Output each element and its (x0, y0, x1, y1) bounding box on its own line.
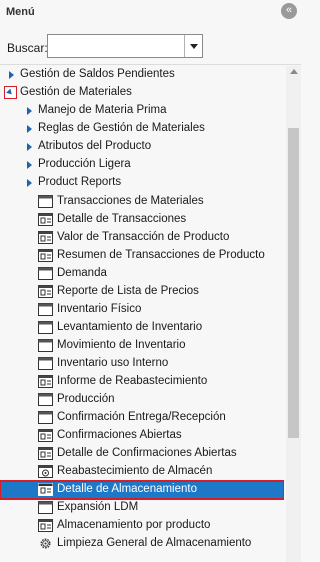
report-icon (38, 429, 53, 442)
window-icon (38, 267, 53, 280)
tree-leaf[interactable]: Informe de Reabastecimiento (0, 373, 284, 391)
tree-item-label: Gestión de Materiales (20, 86, 132, 98)
tree-item-label: Product Reports (38, 176, 122, 188)
tree-item-label: Producción (57, 393, 115, 405)
tree-item-label: Detalle de Confirmaciones Abiertas (57, 447, 237, 459)
report-icon (38, 375, 53, 388)
tree-item-label: Manejo de Materia Prima (38, 104, 167, 116)
tree-folder[interactable]: Manejo de Materia Prima (0, 102, 284, 120)
tree-folder[interactable]: Reglas de Gestión de Materiales (0, 120, 284, 138)
tree-leaf[interactable]: Resumen de Transacciones de Producto (0, 247, 284, 265)
tree-item-label: Almacenamiento por producto (57, 519, 211, 531)
tree-item-label: Inventario Físico (57, 303, 142, 315)
divider (0, 64, 301, 65)
tree-leaf[interactable]: Reporte de Lista de Precios (0, 283, 284, 301)
expand-arrow-icon[interactable] (27, 179, 32, 187)
report-icon (38, 285, 53, 298)
tree-item-label: Reglas de Gestión de Materiales (38, 122, 205, 134)
tree-item-label: Reporte de Lista de Precios (57, 285, 199, 297)
gear-icon (40, 538, 51, 549)
tree-leaf[interactable]: Almacenamiento por producto (0, 517, 284, 535)
tree-item-label: Inventario uso Interno (57, 357, 169, 369)
tree-item-label: Detalle de Transacciones (57, 213, 187, 225)
collapse-arrow-icon[interactable] (4, 86, 17, 99)
window-icon (38, 195, 53, 208)
report-icon (38, 447, 53, 460)
expanded-arrow-icon (6, 88, 14, 97)
tree-item-label: Confirmaciones Abiertas (57, 429, 182, 441)
expand-arrow-icon[interactable] (27, 107, 32, 115)
window-icon (38, 501, 53, 514)
double-chevron-left-icon[interactable]: « (281, 3, 297, 19)
process-icon (38, 465, 53, 478)
scrollbar-thumb[interactable] (288, 128, 299, 438)
window-icon (38, 339, 53, 352)
tree-leaf[interactable]: Limpieza General de Almacenamiento (0, 535, 284, 553)
tree-leaf[interactable]: Inventario uso Interno (0, 355, 284, 373)
expand-arrow-icon[interactable] (27, 143, 32, 151)
tree-leaf[interactable]: Movimiento de Inventario (0, 337, 284, 355)
tree-leaf[interactable]: Confirmaciones Abiertas (0, 427, 284, 445)
tree-leaf[interactable]: Detalle de Confirmaciones Abiertas (0, 445, 284, 463)
search-combobox[interactable] (47, 34, 203, 58)
tree-item-label: Levantamiento de Inventario (57, 321, 203, 333)
scrollbar[interactable] (286, 66, 301, 562)
report-icon (38, 483, 53, 496)
report-icon (38, 249, 53, 262)
tree-leaf[interactable]: Levantamiento de Inventario (0, 319, 284, 337)
tree-item-label: Limpieza General de Almacenamiento (57, 537, 252, 549)
tree-folder[interactable]: Product Reports (0, 174, 284, 192)
chevron-down-icon (189, 43, 198, 49)
report-icon (38, 231, 53, 244)
tree-item-label: Producción Ligera (38, 158, 131, 170)
search-dropdown-button[interactable] (184, 35, 202, 57)
scroll-up-arrow-icon[interactable] (290, 69, 298, 74)
tree-item-label: Resumen de Transacciones de Producto (57, 249, 265, 261)
tree-item-label: Confirmación Entrega/Recepción (57, 411, 226, 423)
window-icon (38, 411, 53, 424)
tree-item-label: Demanda (57, 267, 107, 279)
menu-tree: Gestión de Saldos Pendientes Gestión de … (0, 66, 284, 562)
tree-item-label: Detalle de Almacenamiento (57, 483, 197, 495)
tree-item-gestion-materiales[interactable]: Gestión de Materiales (0, 84, 284, 102)
tree-leaf[interactable]: Demanda (0, 265, 284, 283)
tree-leaf[interactable]: Valor de Transacción de Producto (0, 229, 284, 247)
tree-item-label: Expansión LDM (57, 501, 139, 513)
window-icon (38, 321, 53, 334)
tree-leaf[interactable]: Transacciones de Materiales (0, 193, 284, 211)
tree-item-label: Atributos del Producto (38, 140, 152, 152)
tree-leaf[interactable]: Detalle de Transacciones (0, 211, 284, 229)
search-input[interactable] (48, 35, 190, 57)
tree-item-label: Transacciones de Materiales (57, 195, 204, 207)
window-icon (38, 393, 53, 406)
window-icon (38, 303, 53, 316)
tree-item-label: Informe de Reabastecimiento (57, 375, 208, 387)
menu-title: Menú (6, 6, 35, 18)
tree-leaf[interactable]: Producción (0, 391, 284, 409)
tree-item-label: Gestión de Saldos Pendientes (20, 68, 175, 80)
tree-leaf[interactable]: Reabastecimiento de Almacén (0, 463, 284, 481)
expand-arrow-icon[interactable] (27, 125, 32, 133)
menu-panel: Menú « Buscar: Gestión de Saldos Pendien… (0, 0, 301, 562)
search-label: Buscar: (7, 41, 48, 55)
tree-item-saldos-pendientes[interactable]: Gestión de Saldos Pendientes (0, 66, 284, 84)
report-icon (38, 519, 53, 532)
tree-folder[interactable]: Producción Ligera (0, 156, 284, 174)
window-icon (38, 357, 53, 370)
tree-item-label: Reabastecimiento de Almacén (57, 465, 213, 477)
tree-leaf-selected[interactable]: Detalle de Almacenamiento (0, 480, 284, 500)
tree-item-label: Valor de Transacción de Producto (57, 231, 230, 243)
expand-arrow-icon[interactable] (9, 71, 14, 79)
tree-leaf[interactable]: Expansión LDM (0, 499, 284, 517)
tree-item-label: Movimiento de Inventario (57, 339, 186, 351)
expand-arrow-icon[interactable] (27, 161, 32, 169)
tree-folder[interactable]: Atributos del Producto (0, 138, 284, 156)
report-icon (38, 213, 53, 226)
tree-leaf[interactable]: Inventario Físico (0, 301, 284, 319)
tree-leaf[interactable]: Confirmación Entrega/Recepción (0, 409, 284, 427)
